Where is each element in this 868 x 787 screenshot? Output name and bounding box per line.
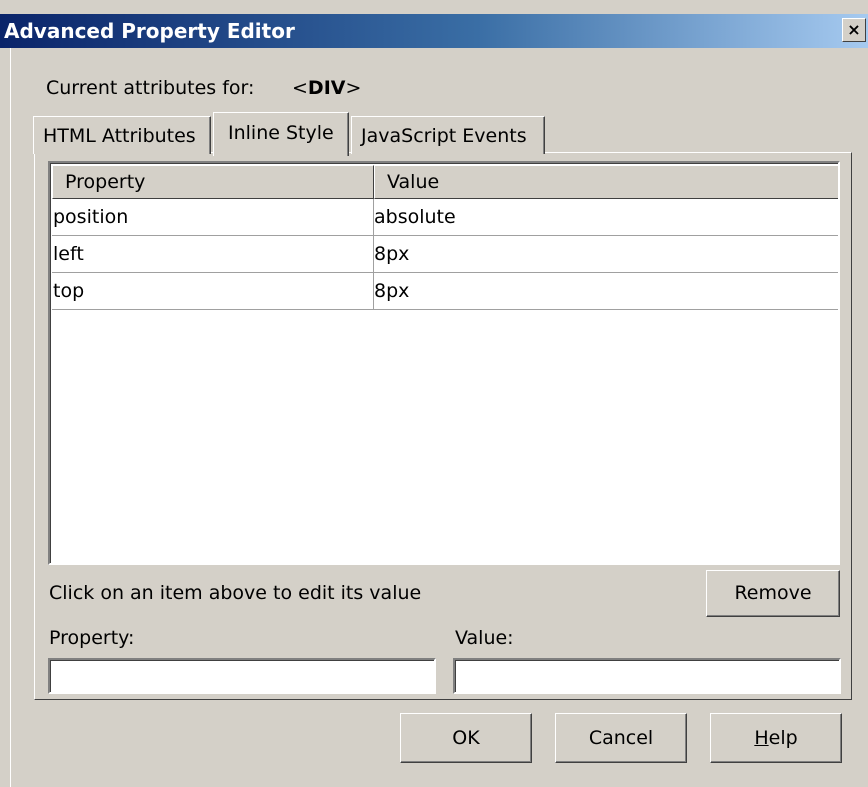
close-button[interactable]: ×: [842, 18, 866, 42]
tag-open-bracket: <: [292, 77, 308, 99]
row-property-cell[interactable]: left: [52, 236, 374, 273]
window-title: Advanced Property Editor: [4, 19, 295, 43]
tab-inline-style[interactable]: Inline Style: [213, 112, 349, 156]
grid-header: Property Value: [52, 165, 838, 199]
column-header-value[interactable]: Value: [374, 165, 838, 199]
value-input[interactable]: [453, 658, 841, 694]
current-element-tag: <DIV>: [292, 77, 361, 99]
edit-hint: Click on an item above to edit its value: [49, 582, 422, 604]
property-grid[interactable]: Property Value position absolute left 8p…: [48, 161, 840, 565]
property-label: Property:: [49, 627, 135, 649]
current-attributes-label: Current attributes for:: [46, 77, 255, 99]
table-row[interactable]: top 8px: [52, 273, 838, 310]
property-input[interactable]: [48, 658, 436, 694]
title-bar[interactable]: Advanced Property Editor ×: [0, 14, 868, 48]
column-header-property[interactable]: Property: [52, 165, 374, 199]
cancel-button[interactable]: Cancel: [555, 713, 687, 763]
row-value-cell[interactable]: absolute: [374, 199, 838, 236]
window-edge: [10, 48, 11, 787]
ok-button[interactable]: OK: [400, 713, 532, 763]
row-property-cell[interactable]: position: [52, 199, 374, 236]
close-icon: ×: [847, 20, 861, 39]
row-property-cell[interactable]: top: [52, 273, 374, 310]
value-label: Value:: [455, 627, 514, 649]
help-label-rest: elp: [768, 727, 798, 749]
tag-close-bracket: >: [345, 77, 362, 99]
tag-name: DIV: [307, 77, 346, 99]
help-button[interactable]: Help: [710, 713, 842, 763]
help-mnemonic: H: [754, 727, 769, 749]
tab-javascript-events[interactable]: JavaScript Events: [351, 116, 545, 154]
row-value-cell[interactable]: 8px: [374, 236, 838, 273]
row-value-cell[interactable]: 8px: [374, 273, 838, 310]
table-row[interactable]: position absolute: [52, 199, 838, 236]
remove-button[interactable]: Remove: [706, 570, 840, 617]
tab-html-attributes[interactable]: HTML Attributes: [33, 116, 211, 154]
table-row[interactable]: left 8px: [52, 236, 838, 273]
